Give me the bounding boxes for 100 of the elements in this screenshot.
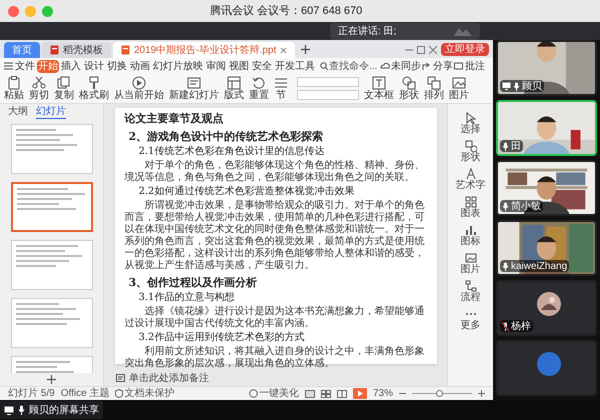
toolbar-button[interactable]: 版式 <box>224 76 244 101</box>
image-icon <box>452 76 466 90</box>
subheading: 3.2作品中运用到传统艺术色彩的方式 <box>138 332 306 344</box>
toolbar-button[interactable]: 文本框 <box>364 76 394 101</box>
menu-tab[interactable]: 审阅 <box>205 60 227 72</box>
toolbar-button[interactable]: 剪切 <box>29 76 49 101</box>
toolbar-button[interactable]: 形状 <box>399 76 419 101</box>
share-label-text: 顾贝的屏幕共享 <box>29 404 99 418</box>
search-icon <box>320 62 328 70</box>
toolbar-button[interactable]: 图片 <box>449 76 469 101</box>
side-tool-button[interactable]: 艺术字 <box>456 168 486 191</box>
zoom-out-icon[interactable] <box>399 390 406 397</box>
shield-icon <box>115 389 124 398</box>
notes-placeholder[interactable]: 单击此处添加备注 <box>129 370 209 386</box>
mountain-logo-icon <box>454 27 472 36</box>
layout-icon <box>227 76 241 90</box>
menu-tab[interactable]: 视图 <box>228 60 250 72</box>
search-field[interactable]: 查找命令... <box>319 60 379 72</box>
text-box-icon <box>372 76 386 90</box>
toolbar-button[interactable]: 粘贴 <box>4 76 24 101</box>
file-tab[interactable]: 稻壳模板 <box>42 42 111 58</box>
menu-tab[interactable]: 切换 <box>106 60 128 72</box>
plus-icon[interactable] <box>47 375 56 384</box>
window-maximize-icon[interactable] <box>417 46 425 54</box>
slide-thumbnail[interactable] <box>10 182 92 232</box>
toolbar-button[interactable]: 复制 <box>54 76 74 101</box>
subheading: 2.1传统艺术色彩在角色设计里的信息传达 <box>138 146 326 158</box>
menu-button[interactable]: 分享 <box>422 58 453 74</box>
comment-box-icon <box>454 62 464 70</box>
side-tool-button[interactable]: 形状 <box>460 140 480 163</box>
screen-share-icon <box>502 82 511 90</box>
new-tab-plus-icon[interactable] <box>301 45 310 54</box>
file-tab[interactable]: 首页 <box>4 42 40 58</box>
beautify-button[interactable]: 一键美化 <box>248 386 299 401</box>
side-tool-button[interactable]: 流程 <box>460 280 480 303</box>
slider-thumb[interactable] <box>436 390 442 397</box>
toolbar-button[interactable]: 格式刷 <box>79 76 109 101</box>
slide-icon <box>187 76 201 90</box>
menu-button[interactable]: 未同步 <box>380 58 421 74</box>
shape-icon <box>402 76 416 90</box>
toolbar-button[interactable]: 排列 <box>424 76 444 101</box>
section-icon <box>274 76 288 90</box>
side-tool-button[interactable]: 图标 <box>460 224 480 247</box>
document-icon <box>50 45 59 55</box>
paragraph: 选择《镜花缘》进行设计是因为这本书充满想象力，希望能够通过设计展现中国古代传统文化的丰富内涵。 <box>124 306 426 330</box>
menu-icon[interactable] <box>4 62 13 70</box>
toolbar-button[interactable]: 新建幻灯片 <box>169 76 219 101</box>
menu-tab[interactable]: 文件 <box>14 60 36 72</box>
side-tool-button[interactable]: 图片 <box>460 252 480 275</box>
toolbar-button[interactable]: 节 <box>274 76 288 101</box>
grid-icon <box>464 196 476 208</box>
toolbar-button[interactable]: 从当前开始 <box>114 76 164 101</box>
menu-tab[interactable]: 动画 <box>129 60 151 72</box>
play-button-icon[interactable] <box>352 388 367 399</box>
side-tool-button[interactable]: 更多 <box>460 308 480 331</box>
close-icon[interactable] <box>429 46 437 54</box>
menu-tab[interactable]: 开发工具 <box>274 60 316 72</box>
normal-view-icon[interactable] <box>304 390 315 398</box>
side-tool-button[interactable]: 图表 <box>460 196 480 219</box>
slide-thumbnail[interactable] <box>10 124 92 174</box>
participant-name: 杨梓 <box>511 320 531 332</box>
slide-thumbnail[interactable] <box>10 298 92 348</box>
font-size-field[interactable] <box>297 90 359 100</box>
window-zoom-button[interactable] <box>42 6 53 16</box>
panel-tab[interactable]: 大纲 <box>8 106 28 118</box>
menu-tab[interactable]: 设计 <box>83 60 105 72</box>
protection-button[interactable]: 文档未保护 <box>115 386 174 401</box>
cursor-icon <box>464 112 476 124</box>
close-icon[interactable] <box>280 46 288 54</box>
window-close-button[interactable] <box>8 6 19 16</box>
menu-tab[interactable]: 安全 <box>251 60 273 72</box>
menu-tab[interactable]: 插入 <box>60 60 82 72</box>
bar-chart-icon <box>464 224 476 236</box>
participant-name: 简小敏 <box>511 200 541 212</box>
zoom-level[interactable]: 73% <box>372 386 393 401</box>
speaking-text: 正在讲话: 田; <box>338 24 396 39</box>
file-tab[interactable]: 2019中期报告-毕业设计答辩.ppt <box>113 42 296 58</box>
menu-tab[interactable]: 幻灯片放映 <box>152 60 204 72</box>
login-button[interactable]: 立即登录 <box>441 43 489 56</box>
sorter-view-icon[interactable] <box>320 390 331 398</box>
section-heading: 3、创作过程以及作画分析 <box>128 276 258 290</box>
slide-thumbnail[interactable] <box>10 240 92 290</box>
participant-name: 田 <box>511 140 521 152</box>
section-heading: 2、游戏角色设计中的传统艺术色彩探索 <box>128 130 324 144</box>
theme-name: Office 主题 <box>60 386 110 401</box>
subheading: 3.1作品的立意与构想 <box>138 292 236 304</box>
avatar <box>537 352 561 376</box>
slide-count: 幻灯片 5/9 <box>8 386 55 401</box>
side-tool-button[interactable]: 选择 <box>460 112 480 135</box>
font-name-field[interactable] <box>297 77 359 87</box>
zoom-in-icon[interactable] <box>478 390 485 397</box>
toolbar-button[interactable]: 重置 <box>249 76 269 101</box>
avatar <box>537 292 561 316</box>
reading-view-icon[interactable] <box>336 390 347 398</box>
paragraph: 所谓视觉冲击效果，是事物带给观众的吸引力。对于单个的角色而言，要想带给人视觉冲击效果，使用简单的几种色彩进行搭配，可以在体现中国传统艺术文化的同时使角色整体感觉和谐统一。对于一系列的角色而言，突出这套角色的视觉效果，最简单的方式是使用统一的色彩搭配，这样设计出的系列角色能够带给人整体和谐的感受，从视觉上产生舒适感与美感，产生吸引力。 <box>124 200 426 272</box>
paragraph: 对于单个的角色，色彩能够体现这个角色的性格、精神、身份、境况等信息，角色与角色之间，色彩能够体现出角色之间的关联。 <box>124 160 426 184</box>
sparkle-circle-icon <box>248 389 258 398</box>
panel-tab[interactable]: 幻灯片 <box>36 106 66 118</box>
menu-button[interactable]: 批注 <box>454 58 485 74</box>
microphone-icon <box>18 405 25 415</box>
